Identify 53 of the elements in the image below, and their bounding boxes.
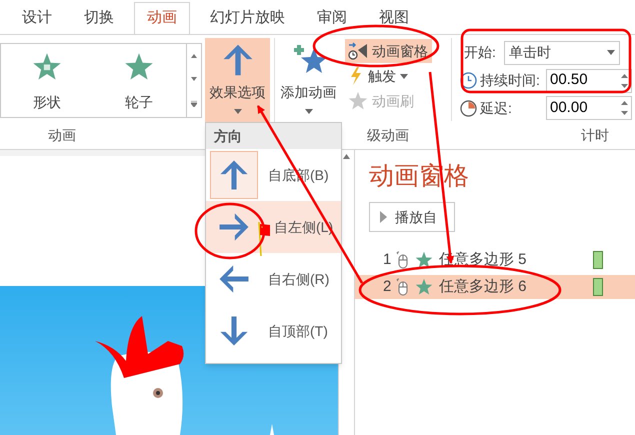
gallery-item[interactable]: 轮子 xyxy=(93,44,185,117)
clock-icon xyxy=(460,72,477,89)
advanced-animation-button[interactable]: 触发 xyxy=(345,64,412,88)
direction-menu-item[interactable]: 自顶部(T) xyxy=(206,305,341,357)
ribbon-tab[interactable]: 审阅 xyxy=(305,2,359,34)
start-dropdown[interactable]: 单击时 xyxy=(504,40,620,65)
duration-field[interactable]: 00.50 xyxy=(546,68,632,92)
ribbon-tab[interactable]: 设计 xyxy=(10,2,64,34)
gallery-item[interactable]: 形状 xyxy=(1,44,93,117)
play-from-button[interactable]: 播放自 xyxy=(369,202,455,232)
start-label: 开始: xyxy=(464,43,497,62)
caret-icon xyxy=(234,109,242,114)
flag-icon xyxy=(258,222,270,256)
mouse-icon xyxy=(395,251,409,269)
animation-list-item[interactable]: 2 任意多边形 6 xyxy=(355,275,635,299)
mouse-icon xyxy=(395,278,409,296)
timeline-bar xyxy=(593,251,603,269)
ribbon-tab[interactable]: 幻灯片放映 xyxy=(198,2,297,34)
caret-icon xyxy=(607,50,615,56)
delay-field[interactable]: 00.00 xyxy=(546,96,632,120)
direction-menu-item[interactable]: 自右侧(R) xyxy=(206,253,341,305)
item-number: 2 xyxy=(383,276,392,297)
star-brush-icon xyxy=(348,91,368,111)
caret-icon xyxy=(304,109,312,114)
spin-arrows-icon[interactable] xyxy=(621,100,628,116)
advanced-animation-button[interactable]: 动画窗格 xyxy=(345,39,432,63)
ribbon-tab[interactable]: 切换 xyxy=(72,2,126,34)
group-label: 计时 xyxy=(581,126,609,144)
gallery-label: 形状 xyxy=(33,93,61,112)
spin-arrows-icon[interactable] xyxy=(621,72,628,88)
lightning-icon xyxy=(348,66,364,86)
group-label: 级动画 xyxy=(367,126,409,144)
delay-label: 延迟: xyxy=(480,98,513,118)
duration-label: 持续时间: xyxy=(480,71,541,90)
item-name: 任意多边形 6 xyxy=(439,276,528,297)
menu-header: 方向 xyxy=(206,123,341,149)
star-icon xyxy=(415,278,433,296)
group-label: 动画 xyxy=(48,126,76,144)
timeline-bar xyxy=(593,278,603,296)
delay-icon xyxy=(460,100,477,117)
play-icon xyxy=(380,211,387,223)
item-number: 1 xyxy=(383,250,392,270)
hollow-star-icon xyxy=(32,52,62,82)
gallery-label: 轮子 xyxy=(125,93,153,112)
star-icon xyxy=(124,52,154,82)
ribbon-tab[interactable]: 视图 xyxy=(367,2,421,34)
caret-icon xyxy=(400,74,408,78)
effect-options-button[interactable]: 效果选项 xyxy=(205,38,270,122)
ribbon-tab[interactable]: 动画 xyxy=(134,2,190,34)
pane-icon xyxy=(348,41,368,61)
star-icon xyxy=(415,251,433,269)
annotation-ellipse xyxy=(194,202,266,260)
scroll-up-icon[interactable] xyxy=(343,154,350,159)
